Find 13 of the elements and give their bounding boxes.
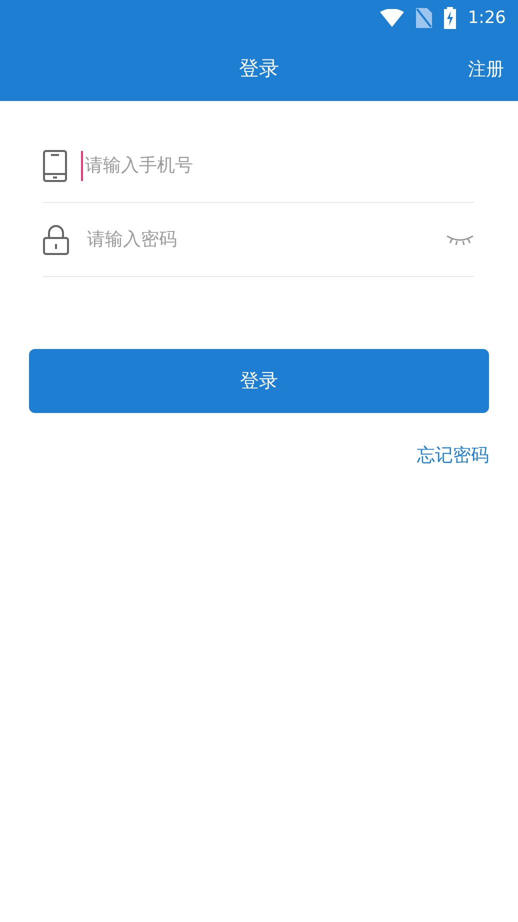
no-sim-icon — [416, 8, 432, 28]
register-link[interactable]: 注册 — [468, 56, 504, 80]
wifi-icon — [380, 9, 404, 27]
lock-icon — [43, 224, 69, 254]
login-button[interactable]: 登录 — [29, 349, 489, 413]
phone-icon — [43, 150, 67, 182]
status-time: 1:26 — [468, 8, 506, 28]
closed-eye-icon[interactable] — [446, 234, 474, 246]
page-title: 登录 — [239, 55, 279, 82]
forgot-password-link[interactable]: 忘记密码 — [417, 443, 489, 467]
battery-charging-icon — [444, 7, 456, 29]
text-field[interactable]: 请输入密码 — [83, 224, 432, 254]
text-field[interactable]: 请输入手机号 — [81, 150, 474, 180]
